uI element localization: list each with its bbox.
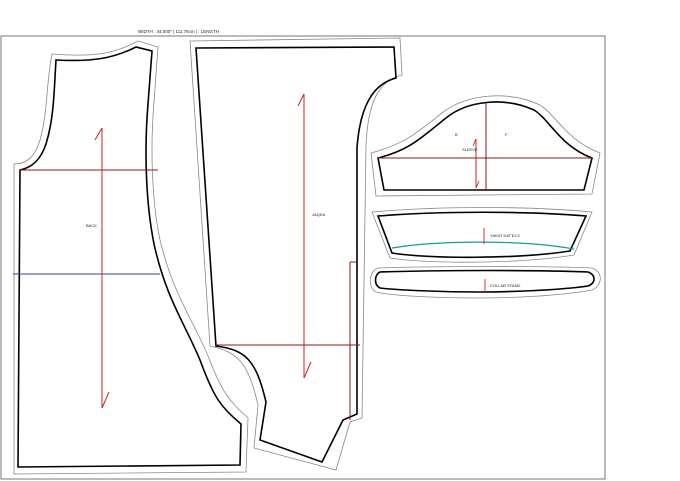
sleeve-piece[interactable]: SLEEVE B F (370, 95, 601, 197)
back-outline (17, 46, 242, 468)
back-piece-label: BACK (86, 223, 97, 228)
front-grainline-arrow-bottom (303, 361, 312, 379)
collar-outline (376, 211, 588, 259)
collar-stand-piece-label: COLLAR STAND (490, 283, 520, 288)
sleeve-front-mark: F (505, 132, 508, 137)
back-seam-allowance (13, 40, 249, 475)
collar-piece[interactable]: YAKAT KAT'EC3 (371, 207, 593, 263)
back-grainline-arrow-top (94, 127, 103, 141)
collar-stand-piece[interactable]: COLLAR STAND (369, 266, 601, 299)
collar-fold-line (391, 241, 575, 250)
back-piece[interactable]: BACK (13, 40, 249, 475)
front-outline (195, 46, 397, 463)
pattern-marker-canvas: WIDTH : 44.000" | 111.76cm | : LENGTH BA… (0, 29, 606, 480)
marker-dimension-text: WIDTH : 44.000" | 111.76cm | : LENGTH (138, 29, 219, 34)
front-piece-label: JAQKA (312, 212, 325, 217)
sleeve-outline (377, 101, 593, 191)
collar-piece-label: YAKAT KAT'EC3 (490, 233, 520, 238)
front-grainline-arrow-top (297, 93, 305, 107)
sleeve-back-mark: B (455, 132, 458, 137)
back-grainline-arrow-bottom (101, 391, 110, 409)
front-button-stand-line (349, 261, 357, 420)
sleeve-piece-label: SLEEVE (462, 147, 478, 152)
marker-paper-border (0, 35, 606, 480)
